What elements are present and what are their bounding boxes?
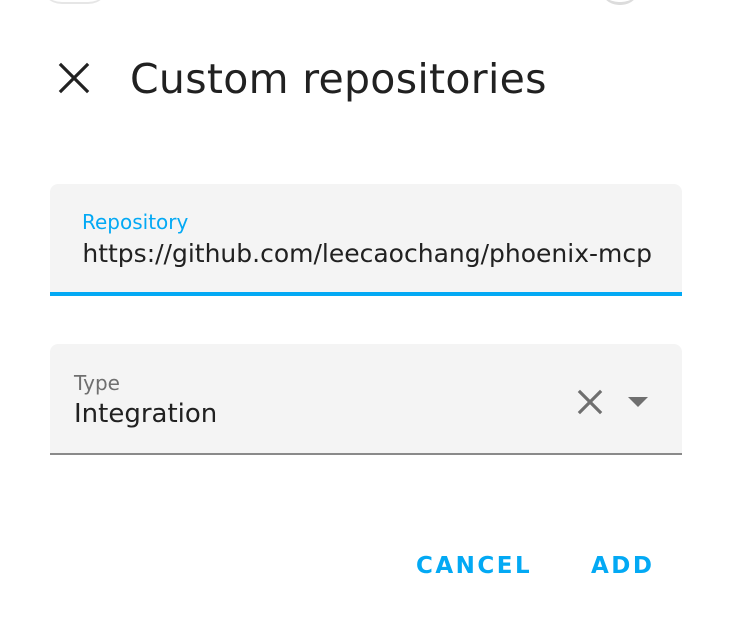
repository-field[interactable]: Repository	[50, 184, 682, 296]
type-select[interactable]: Type Integration	[50, 344, 682, 455]
dropdown-arrow-icon	[628, 397, 648, 407]
repository-label: Repository	[82, 210, 189, 234]
background-arc	[600, 0, 640, 5]
custom-repositories-dialog: Custom repositories Repository Type Inte…	[0, 0, 732, 627]
clear-type-button[interactable]	[568, 380, 612, 424]
dialog-header: Custom repositories	[0, 40, 732, 120]
dialog-actions: CANCEL ADD	[0, 540, 732, 592]
repository-input[interactable]	[80, 234, 652, 274]
repository-input-wrapper	[80, 234, 652, 274]
background-arc	[40, 0, 110, 4]
close-button[interactable]	[50, 54, 98, 102]
type-dropdown-button[interactable]	[616, 380, 660, 424]
type-label: Type	[74, 371, 120, 395]
cancel-button[interactable]: CANCEL	[408, 540, 540, 592]
dialog-title: Custom repositories	[130, 55, 547, 103]
close-icon	[58, 62, 90, 94]
add-button[interactable]: ADD	[583, 540, 662, 592]
clear-icon	[577, 389, 603, 415]
type-selected-value: Integration	[74, 399, 218, 429]
